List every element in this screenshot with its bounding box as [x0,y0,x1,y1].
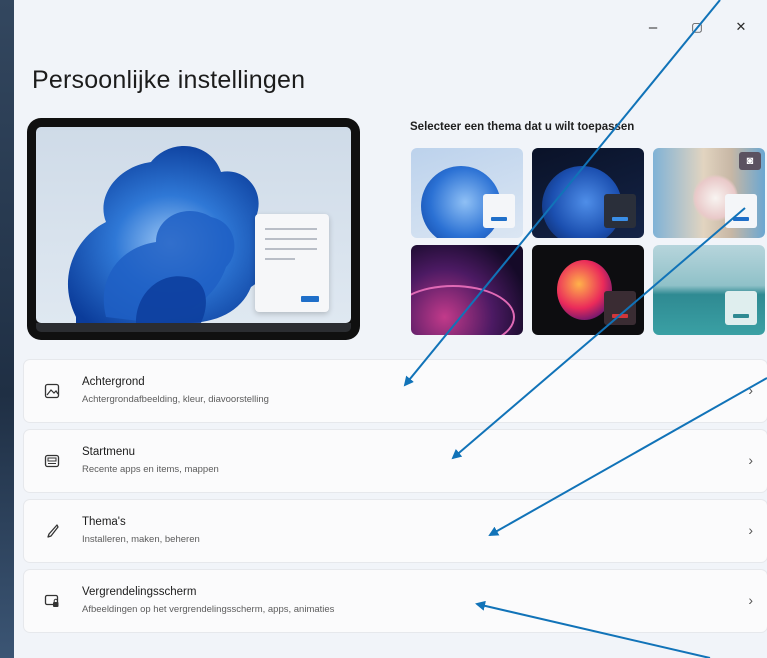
chevron-right-icon: › [748,452,753,468]
item-subtitle: Recente apps en items, mappen [82,464,219,475]
camera-icon: ◙ [739,152,761,170]
settings-list: Achtergrond Achtergrondafbeelding, kleur… [24,360,767,640]
themes-label: Selecteer een thema dat u wilt toepassen [410,121,635,133]
item-subtitle: Achtergrondafbeelding, kleur, diavoorste… [82,394,269,405]
item-title: Achtergrond [82,376,145,388]
chevron-right-icon: › [748,522,753,538]
item-subtitle: Afbeeldingen op het vergrendelingsscherm… [82,604,335,615]
page-title: Persoonlijke instellingen [32,66,306,94]
settings-window: – ▢ ✕ Persoonlijke instellingen Selectee… [14,0,767,658]
item-title: Startmenu [82,446,136,458]
lock-screen-icon [42,591,62,611]
theme-thumbnail-bloom-dark[interactable] [532,148,644,238]
start-menu-icon [42,451,62,471]
theme-thumbnail-bloom-light[interactable] [411,148,523,238]
theme-thumbnail-flow[interactable] [532,245,644,335]
theme-grid: ◙ [411,148,765,335]
minimize-button[interactable]: – [631,16,675,38]
close-button[interactable]: ✕ [719,16,763,38]
brush-icon [42,521,62,541]
theme-thumbnail-sunrise[interactable] [653,245,765,335]
image-icon [42,381,62,401]
settings-item-startmenu[interactable]: Startmenu Recente apps en items, mappen … [24,430,767,492]
settings-item-achtergrond[interactable]: Achtergrond Achtergrondafbeelding, kleur… [24,360,767,422]
preview-dialog [255,214,329,312]
preview-taskbar [36,323,351,332]
theme-preview [27,118,360,340]
theme-thumbnail-captured-motion[interactable]: ◙ [653,148,765,238]
maximize-button[interactable]: ▢ [675,16,719,38]
chevron-right-icon: › [748,382,753,398]
item-title: Thema's [82,516,126,528]
settings-item-vergrendelingsscherm[interactable]: Vergrendelingsscherm Afbeeldingen op het… [24,570,767,632]
window-controls: – ▢ ✕ [631,16,763,38]
theme-thumbnail-glow[interactable] [411,245,523,335]
desktop-background-strip [0,0,14,658]
chevron-right-icon: › [748,592,753,608]
item-title: Vergrendelingsscherm [82,586,197,598]
item-subtitle: Installeren, maken, beheren [82,534,200,545]
settings-item-themas[interactable]: Thema's Installeren, maken, beheren › [24,500,767,562]
